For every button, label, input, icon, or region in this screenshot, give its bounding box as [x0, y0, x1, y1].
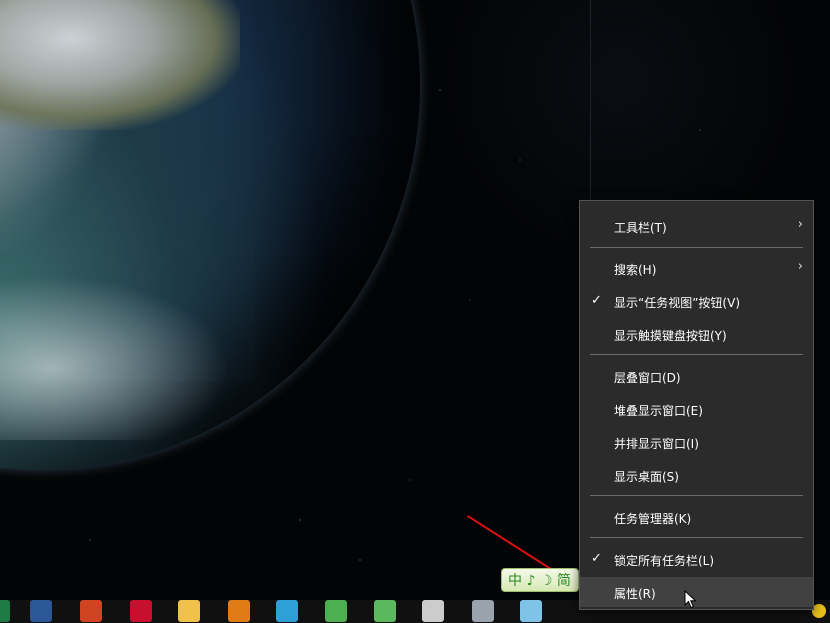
- powerpoint-icon[interactable]: [80, 600, 102, 622]
- menu-separator: [590, 537, 803, 538]
- menu-item-side-by-side-windows[interactable]: 并排显示窗口(I): [580, 427, 813, 457]
- camera-app-icon[interactable]: [422, 600, 444, 622]
- checkmark-icon: ✓: [591, 551, 602, 566]
- add-tray-icon[interactable]: [812, 604, 826, 618]
- ime-status-bar[interactable]: 中 ♪ ☽ 简: [501, 568, 579, 592]
- browser-e-icon[interactable]: [374, 600, 396, 622]
- menu-item-label: 并排显示窗口(I): [614, 437, 699, 451]
- menu-item-label: 堆叠显示窗口(E): [614, 404, 703, 418]
- menu-item-show-touch-keyboard-button[interactable]: 显示触摸键盘按钮(Y): [580, 319, 813, 349]
- search-app-icon[interactable]: [228, 600, 250, 622]
- menu-item-label: 显示“任务视图”按钮(V): [614, 296, 741, 310]
- menu-separator: [590, 354, 803, 355]
- menu-item-label: 任务管理器(K): [614, 512, 692, 526]
- menu-item-show-desktop[interactable]: 显示桌面(S): [580, 460, 813, 490]
- menu-separator: [590, 495, 803, 496]
- menu-item-search[interactable]: 搜索(H) ›: [580, 253, 813, 283]
- menu-item-label: 显示桌面(S): [614, 470, 679, 484]
- earth-landmass: [0, 0, 240, 130]
- chevron-right-icon: ›: [797, 259, 803, 274]
- menu-item-label: 工具栏(T): [614, 221, 667, 235]
- word-icon[interactable]: [30, 600, 52, 622]
- notebook-app-icon[interactable]: [520, 600, 542, 622]
- menu-item-task-manager[interactable]: 任务管理器(K): [580, 502, 813, 532]
- file-explorer-icon[interactable]: [178, 600, 200, 622]
- menu-item-toolbars[interactable]: 工具栏(T) ›: [580, 211, 813, 241]
- chrome-icon[interactable]: [325, 600, 347, 622]
- autocad-icon[interactable]: [130, 600, 152, 622]
- menu-separator: [590, 247, 803, 248]
- chevron-right-icon: ›: [797, 217, 803, 232]
- menu-item-label: 属性(R): [614, 587, 656, 601]
- menu-item-lock-all-taskbars[interactable]: ✓ 锁定所有任务栏(L): [580, 544, 813, 574]
- webcam-app-icon[interactable]: [472, 600, 494, 622]
- menu-item-label: 层叠窗口(D): [614, 371, 681, 385]
- checkmark-icon: ✓: [591, 293, 602, 308]
- menu-item-stacked-windows[interactable]: 堆叠显示窗口(E): [580, 394, 813, 424]
- menu-item-show-task-view-button[interactable]: ✓ 显示“任务视图”按钮(V): [580, 286, 813, 316]
- taskbar-context-menu: 工具栏(T) › 搜索(H) › ✓ 显示“任务视图”按钮(V) 显示触摸键盘按…: [579, 200, 814, 610]
- menu-item-label: 显示触摸键盘按钮(Y): [614, 329, 727, 343]
- desktop-divider-line: [590, 0, 591, 200]
- menu-item-cascade-windows[interactable]: 层叠窗口(D): [580, 361, 813, 391]
- menu-item-label: 搜索(H): [614, 263, 657, 277]
- excel-icon[interactable]: [0, 600, 10, 622]
- menu-item-label: 锁定所有任务栏(L): [614, 554, 715, 568]
- mouse-cursor-icon: [684, 590, 697, 609]
- telegram-icon[interactable]: [276, 600, 298, 622]
- earth-clouds: [0, 260, 260, 440]
